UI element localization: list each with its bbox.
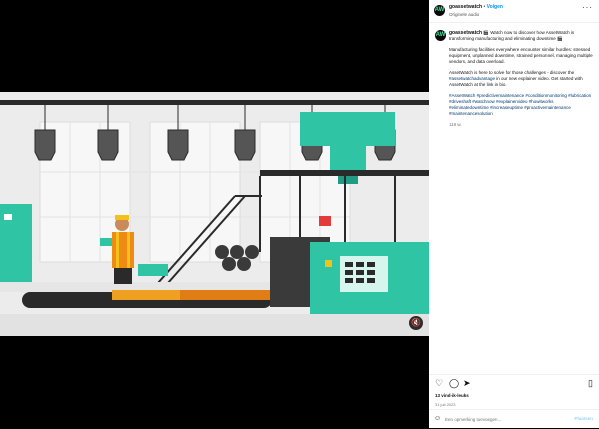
username-link[interactable]: goassetwatch [449,4,482,10]
hashtags[interactable]: #AssetWatch #predictivemaintenance #cond… [449,93,593,117]
mute-icon[interactable]: 🔇 [409,316,423,330]
caption-paragraph-3a: AssetWatch is here to solve for those ch… [449,70,575,75]
post-age: 118 w. [449,122,462,127]
more-options-icon[interactable]: ··· [582,3,593,12]
separator: • [483,4,486,10]
caption: AW goassetwatch 🎬 Watch now to discover … [435,30,593,128]
post-header: AW goassetwatch • Volgen Originele audio… [429,0,599,23]
video-frame[interactable]: 🔇 [0,92,429,336]
comment-input[interactable] [445,415,555,423]
action-bar: ♡ ◯ ➤ ▯ [429,374,599,393]
heart-icon[interactable]: ♡ [435,379,443,388]
post-media[interactable]: 🔇 [0,0,429,428]
post-sidebar: AW goassetwatch • Volgen Originele audio… [429,0,599,428]
comment-icon[interactable]: ◯ [449,379,459,388]
bookmark-icon[interactable]: ▯ [588,379,593,388]
avatar[interactable]: AW [434,5,445,16]
caption-avatar[interactable]: AW [435,30,446,41]
hashtag-link[interactable]: #assetwatchadvantage [449,76,495,81]
factory-illustration [0,92,429,336]
caption-paragraph-2: Manufacturing facilities everywhere enco… [449,47,593,64]
post-comment-button[interactable]: Plaatsen [574,416,593,421]
header-line: goassetwatch • Volgen [449,4,503,10]
post-date: 31 juli 2023 [435,402,456,407]
share-icon[interactable]: ➤ [463,379,471,388]
audio-link[interactable]: Originele audio [449,12,479,17]
follow-button[interactable]: Volgen [487,4,503,10]
emoji-icon[interactable]: ☺ [434,415,441,422]
comment-bar: ☺ Plaatsen [429,409,599,429]
caption-text: goassetwatch 🎬 Watch now to discover how… [449,30,593,128]
like-count[interactable]: 13 vind-ik-leuks [435,393,469,398]
